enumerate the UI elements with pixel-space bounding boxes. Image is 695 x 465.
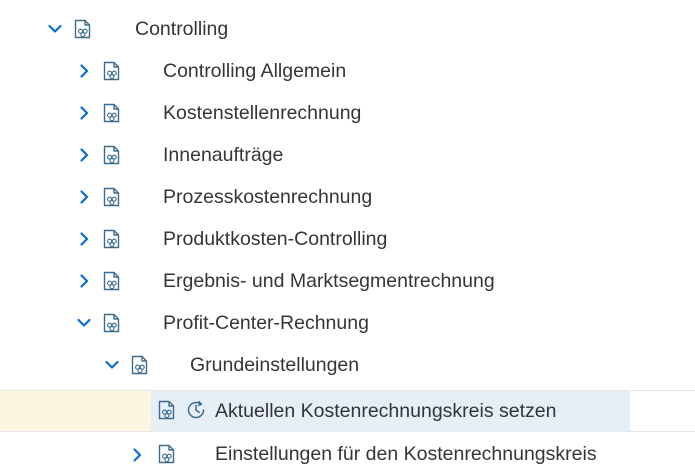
tree-node-label[interactable]: Einstellungen für den Kostenrechnungskre… bbox=[215, 442, 597, 465]
folder-document-icon bbox=[101, 143, 121, 167]
tree-node-label[interactable]: Produktkosten-Controlling bbox=[163, 227, 387, 251]
row-focus-highlight bbox=[0, 391, 151, 431]
tree-node-label[interactable]: Profit-Center-Rechnung bbox=[163, 311, 369, 335]
tree-node-label[interactable]: Ergebnis- und Marktsegmentrechnung bbox=[163, 269, 495, 293]
tree-node-label[interactable]: Controlling Allgemein bbox=[163, 59, 346, 83]
clock-execute-icon[interactable] bbox=[185, 399, 207, 421]
folder-document-icon bbox=[156, 442, 176, 465]
chevron-right-icon[interactable] bbox=[76, 147, 92, 163]
tree-node-label[interactable]: Innenaufträge bbox=[163, 143, 283, 167]
tree-view: Controlling Controlling Allgemein Kosten… bbox=[0, 0, 695, 465]
folder-document-icon bbox=[72, 17, 92, 41]
folder-document-icon bbox=[101, 101, 121, 125]
tree-node-prozesskostenrechnung[interactable]: Prozesskostenrechnung bbox=[0, 176, 695, 218]
chevron-down-icon[interactable] bbox=[76, 315, 92, 331]
tree-node-controlling[interactable]: Controlling bbox=[0, 8, 695, 50]
tree-node-einstellungen-kostenrechnungskreis[interactable]: Einstellungen für den Kostenrechnungskre… bbox=[0, 431, 695, 465]
tree-node-profit-center-rechnung[interactable]: Profit-Center-Rechnung bbox=[0, 302, 695, 344]
tree-node-aktuellen-kostenrechnungskreis-setzen[interactable]: Aktuellen Kostenrechnungskreis setzen bbox=[0, 390, 695, 432]
tree-node-ergebnis-marktsegmentrechnung[interactable]: Ergebnis- und Marktsegmentrechnung bbox=[0, 260, 695, 302]
tree-node-grundeinstellungen[interactable]: Grundeinstellungen bbox=[0, 344, 695, 386]
tree-node-controlling-allgemein[interactable]: Controlling Allgemein bbox=[0, 50, 695, 92]
chevron-right-icon[interactable] bbox=[76, 63, 92, 79]
folder-document-icon bbox=[129, 353, 149, 377]
chevron-right-icon[interactable] bbox=[76, 189, 92, 205]
tree-node-produktkosten-controlling[interactable]: Produktkosten-Controlling bbox=[0, 218, 695, 260]
folder-document-icon bbox=[101, 59, 121, 83]
chevron-down-icon[interactable] bbox=[104, 357, 120, 373]
tree-node-innenauftraege[interactable]: Innenaufträge bbox=[0, 134, 695, 176]
tree-node-label[interactable]: Grundeinstellungen bbox=[190, 353, 359, 377]
chevron-right-icon[interactable] bbox=[76, 273, 92, 289]
tree-node-label[interactable]: Aktuellen Kostenrechnungskreis setzen bbox=[215, 399, 556, 423]
folder-document-icon bbox=[101, 227, 121, 251]
folder-document-icon bbox=[101, 311, 121, 335]
tree-node-label[interactable]: Prozesskostenrechnung bbox=[163, 185, 372, 209]
tree-node-kostenstellenrechnung[interactable]: Kostenstellenrechnung bbox=[0, 92, 695, 134]
chevron-right-icon[interactable] bbox=[76, 231, 92, 247]
tree-node-label[interactable]: Kostenstellenrechnung bbox=[163, 101, 361, 125]
tree-node-label[interactable]: Controlling bbox=[135, 17, 228, 41]
chevron-right-icon[interactable] bbox=[129, 447, 145, 463]
chevron-down-icon[interactable] bbox=[47, 21, 63, 37]
chevron-right-icon[interactable] bbox=[76, 105, 92, 121]
folder-document-icon bbox=[101, 185, 121, 209]
folder-document-icon bbox=[101, 269, 121, 293]
folder-document-icon bbox=[156, 398, 176, 422]
